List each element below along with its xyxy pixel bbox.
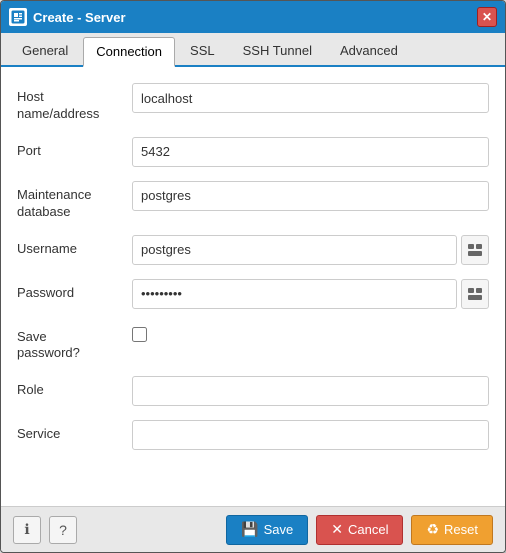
save-label: Save — [264, 522, 294, 537]
port-row: Port — [17, 137, 489, 167]
save-password-control — [132, 323, 489, 342]
cancel-label: Cancel — [348, 522, 388, 537]
window-title: Create - Server — [33, 10, 126, 25]
username-input[interactable] — [132, 235, 457, 265]
service-label: Service — [17, 420, 132, 443]
footer: ℹ ? 💾 Save ✕ Cancel ♻ Reset — [1, 506, 505, 552]
footer-right: 💾 Save ✕ Cancel ♻ Reset — [226, 515, 493, 545]
username-icon-button[interactable] — [461, 235, 489, 265]
service-row: Service — [17, 420, 489, 450]
password-label: Password — [17, 279, 132, 302]
help-button[interactable]: ? — [49, 516, 77, 544]
save-password-label: Savepassword? — [17, 323, 132, 363]
tab-ssh-tunnel[interactable]: SSH Tunnel — [230, 35, 325, 65]
titlebar-left: Create - Server — [9, 8, 126, 26]
password-icon-button[interactable] — [461, 279, 489, 309]
tab-connection[interactable]: Connection — [83, 37, 175, 67]
maintenance-db-control — [132, 181, 489, 211]
username-control — [132, 235, 489, 265]
tab-bar: General Connection SSL SSH Tunnel Advanc… — [1, 33, 505, 67]
port-input[interactable] — [132, 137, 489, 167]
port-label: Port — [17, 137, 132, 160]
save-password-row: Savepassword? — [17, 323, 489, 363]
password-row: Password — [17, 279, 489, 309]
password-control — [132, 279, 489, 309]
username-row: Username — [17, 235, 489, 265]
save-icon: 💾 — [241, 521, 258, 538]
maintenance-db-label: Maintenancedatabase — [17, 181, 132, 221]
host-row: Hostname/address — [17, 83, 489, 123]
tab-advanced[interactable]: Advanced — [327, 35, 411, 65]
tab-ssl[interactable]: SSL — [177, 35, 228, 65]
save-password-checkbox[interactable] — [132, 327, 147, 342]
host-control — [132, 83, 489, 113]
form-content: Hostname/address Port Maintenancedatabas… — [1, 67, 505, 506]
window-icon — [9, 8, 27, 26]
role-label: Role — [17, 376, 132, 399]
reset-label: Reset — [444, 522, 478, 537]
footer-left: ℹ ? — [13, 516, 77, 544]
host-input[interactable] — [132, 83, 489, 113]
role-row: Role — [17, 376, 489, 406]
main-window: Create - Server ✕ General Connection SSL… — [0, 0, 506, 553]
maintenance-db-row: Maintenancedatabase — [17, 181, 489, 221]
role-input[interactable] — [132, 376, 489, 406]
tab-general[interactable]: General — [9, 35, 81, 65]
reset-icon: ♻ — [426, 521, 439, 538]
help-icon: ? — [59, 522, 67, 538]
maintenance-db-input[interactable] — [132, 181, 489, 211]
role-control — [132, 376, 489, 406]
username-label: Username — [17, 235, 132, 258]
close-button[interactable]: ✕ — [477, 7, 497, 27]
host-label: Hostname/address — [17, 83, 132, 123]
cancel-icon: ✕ — [331, 521, 343, 538]
cancel-button[interactable]: ✕ Cancel — [316, 515, 403, 545]
reset-button[interactable]: ♻ Reset — [411, 515, 493, 545]
port-control — [132, 137, 489, 167]
service-control — [132, 420, 489, 450]
info-icon: ℹ — [24, 521, 29, 538]
info-button[interactable]: ℹ — [13, 516, 41, 544]
password-input[interactable] — [132, 279, 457, 309]
service-input[interactable] — [132, 420, 489, 450]
save-button[interactable]: 💾 Save — [226, 515, 308, 545]
titlebar: Create - Server ✕ — [1, 1, 505, 33]
